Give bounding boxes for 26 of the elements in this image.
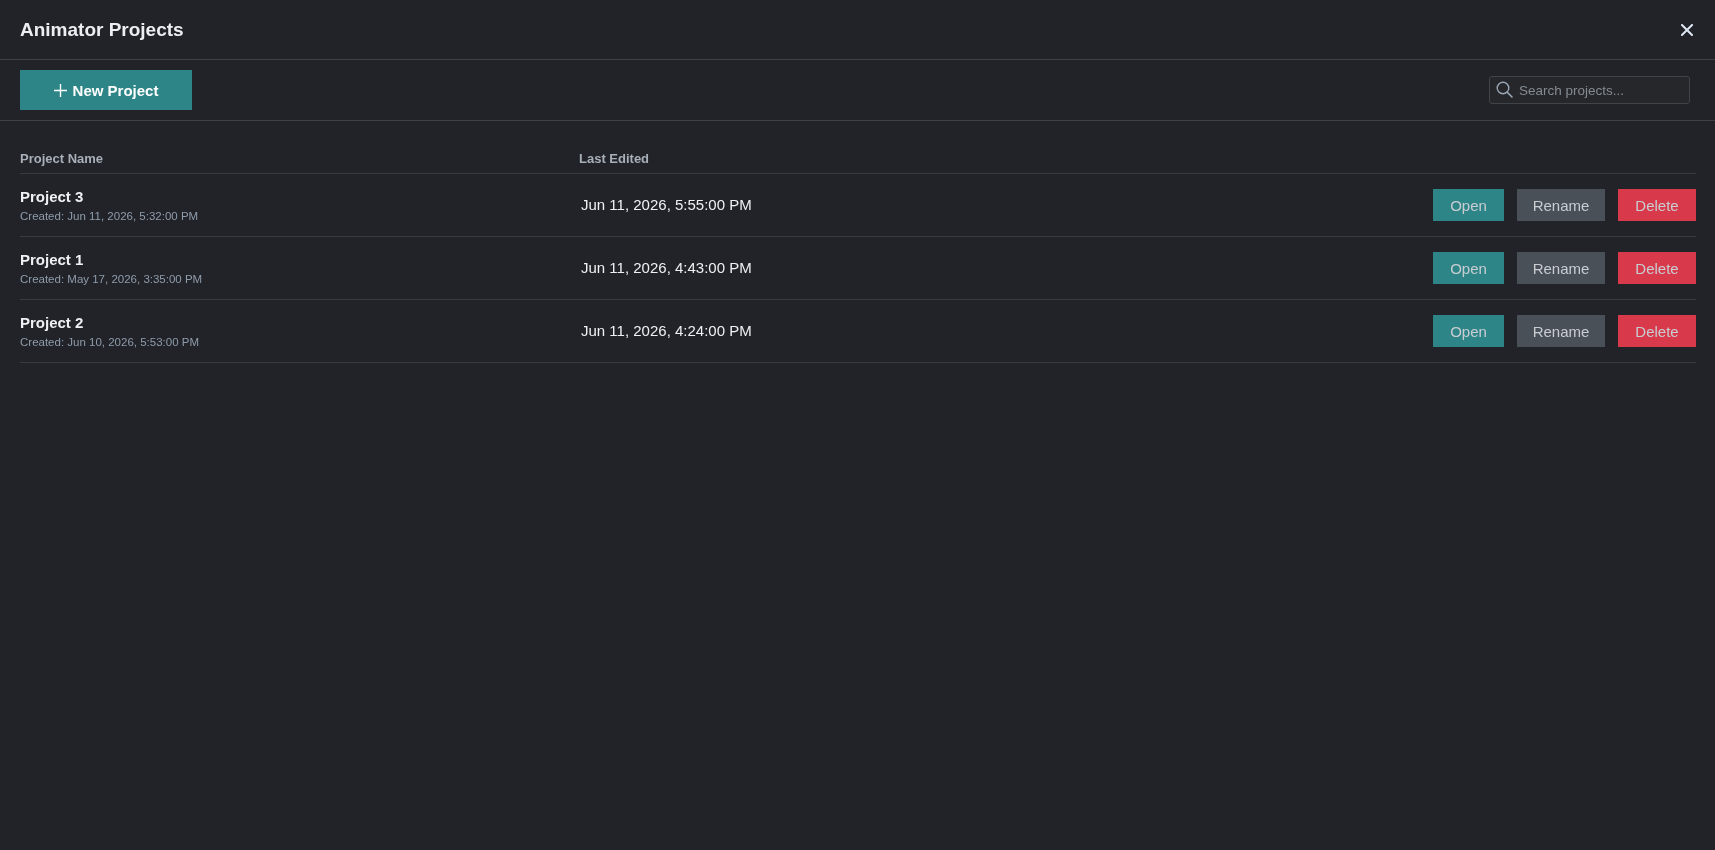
delete-button[interactable]: Delete xyxy=(1618,189,1696,221)
created-date: Created: Jun 11, 2026, 5:32:00 PM xyxy=(20,210,199,222)
window-title: Animator Projects xyxy=(20,18,184,41)
rename-button[interactable]: Rename xyxy=(1517,252,1605,284)
close-icon[interactable] xyxy=(1681,23,1693,36)
last-edited-date: Jun 11, 2026, 4:43:00 PM xyxy=(580,259,752,276)
created-date: Created: Jun 10, 2026, 5:53:00 PM xyxy=(20,336,199,348)
open-button[interactable]: Open xyxy=(1433,189,1504,221)
created-date: Created: May 17, 2026, 3:35:00 PM xyxy=(20,273,203,285)
open-button[interactable]: Open xyxy=(1433,252,1504,284)
new-project-button[interactable]: New Project xyxy=(20,70,192,110)
delete-button[interactable]: Delete xyxy=(1618,315,1696,347)
column-header: Project Name xyxy=(20,151,104,166)
rename-button[interactable]: Rename xyxy=(1517,315,1605,347)
project-name: Project 2 xyxy=(20,314,84,331)
last-edited-date: Jun 11, 2026, 5:55:00 PM xyxy=(580,196,752,213)
search-icon xyxy=(1496,81,1513,98)
last-edited-date: Jun 11, 2026, 4:24:00 PM xyxy=(580,322,752,339)
search-field[interactable]: Search projects... xyxy=(1489,76,1690,104)
project-name: Project 3 xyxy=(20,188,84,205)
project-name: Project 1 xyxy=(20,251,84,268)
column-header: Last Edited xyxy=(579,151,650,166)
open-button[interactable]: Open xyxy=(1433,315,1504,347)
plus-icon xyxy=(53,83,67,97)
rename-button[interactable]: Rename xyxy=(1517,189,1605,221)
delete-button[interactable]: Delete xyxy=(1618,252,1696,284)
